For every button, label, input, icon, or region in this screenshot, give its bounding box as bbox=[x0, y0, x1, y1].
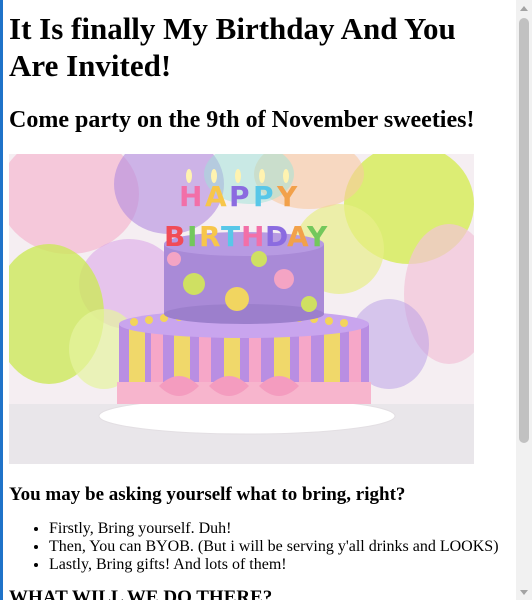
candle-letter: R bbox=[199, 220, 221, 253]
candle-letter: T bbox=[221, 220, 240, 253]
page-subtitle: Come party on the 9th of November sweeti… bbox=[9, 107, 475, 133]
list-item: Firstly, Bring yourself. Duh! bbox=[49, 520, 516, 538]
list-item: Then, You can BYOB. (But i will be servi… bbox=[49, 538, 516, 556]
scroll-up-arrow-icon[interactable] bbox=[516, 0, 532, 16]
bring-list: Firstly, Bring yourself. Duh! Then, You … bbox=[9, 520, 516, 574]
candle-letter: A bbox=[287, 220, 309, 253]
birthday-cake-image: H A P P Y B I R T H D A Y bbox=[9, 154, 474, 464]
page-content: It Is finally My Birthday And You Are In… bbox=[3, 10, 516, 600]
candle-letter: H bbox=[241, 220, 264, 253]
next-section-heading: WHAT WILL WE DO THERE? bbox=[9, 587, 273, 600]
scrollbar-thumb[interactable] bbox=[519, 18, 529, 443]
candle-letter: A bbox=[205, 180, 227, 213]
page-title: It Is finally My Birthday And You Are In… bbox=[9, 11, 456, 83]
candle-letter: Y bbox=[276, 180, 298, 213]
list-item: Lastly, Bring gifts! And lots of them! bbox=[49, 556, 516, 574]
vertical-scrollbar[interactable] bbox=[516, 0, 532, 600]
candle-letter: H bbox=[179, 180, 202, 213]
candle-letter: B bbox=[164, 220, 185, 253]
scroll-down-arrow-icon[interactable] bbox=[516, 584, 532, 600]
candle-letter: Y bbox=[306, 220, 328, 253]
page-viewport: It Is finally My Birthday And You Are In… bbox=[3, 0, 516, 600]
birthday-cake-illustration: H A P P Y B I R T H D A Y bbox=[9, 154, 474, 464]
candle-letter: P bbox=[253, 180, 274, 213]
candle-letter: P bbox=[229, 180, 250, 213]
bring-section-heading: You may be asking yourself what to bring… bbox=[9, 484, 406, 505]
candle-letter: I bbox=[187, 220, 197, 253]
candle-letter: D bbox=[265, 220, 288, 253]
